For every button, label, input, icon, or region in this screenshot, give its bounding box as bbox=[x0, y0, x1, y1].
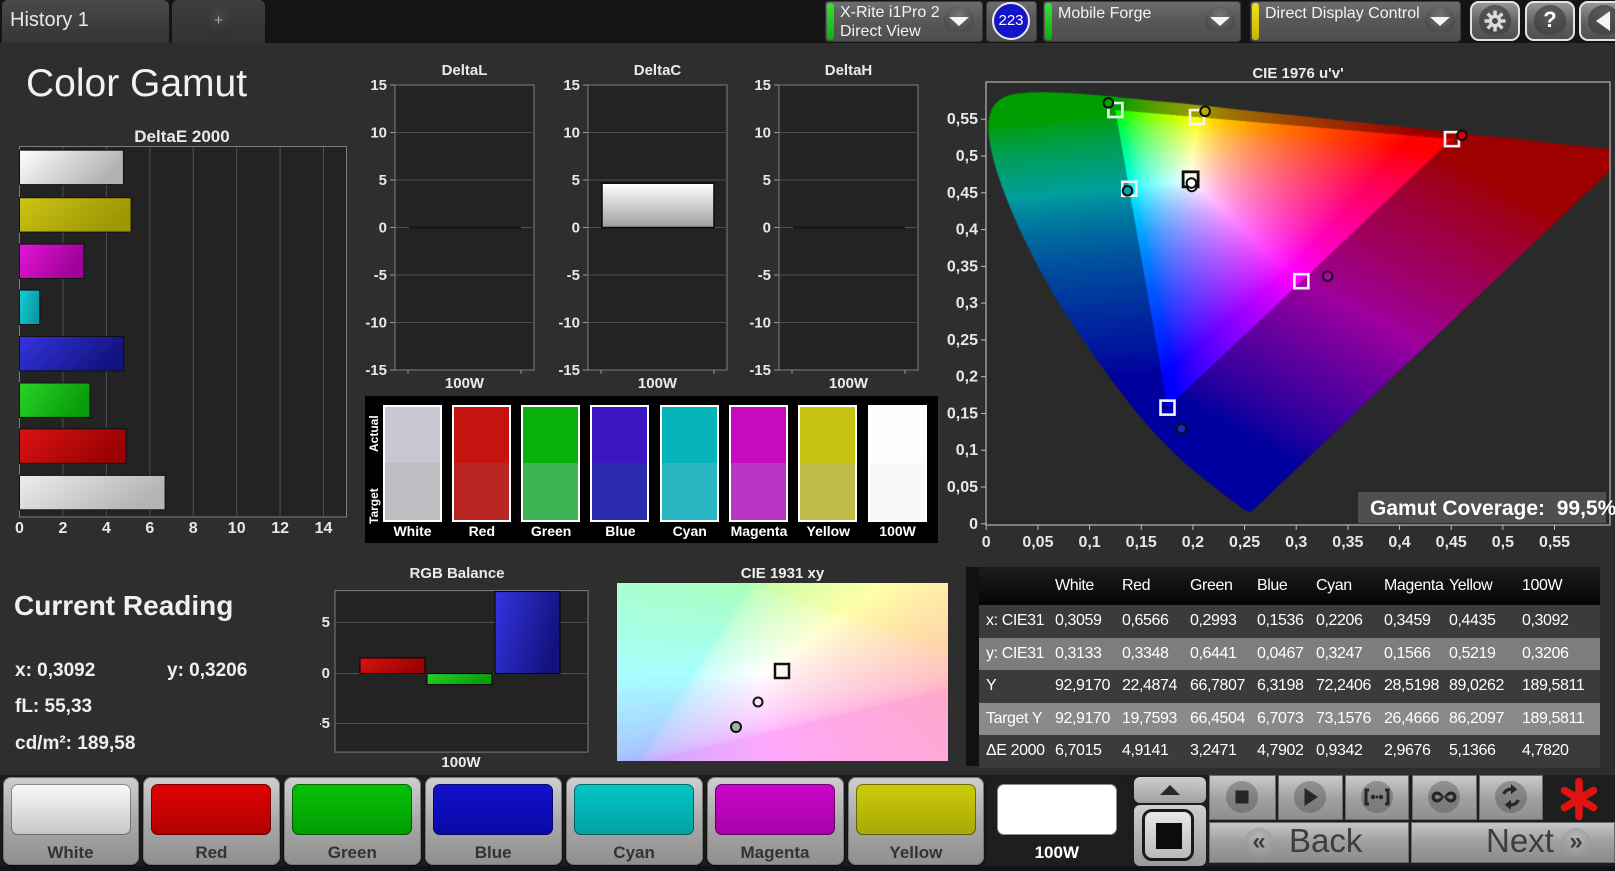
svg-text:15: 15 bbox=[754, 77, 771, 94]
svg-text:10: 10 bbox=[563, 125, 580, 142]
svg-text:-15: -15 bbox=[749, 362, 771, 379]
svg-text:5: 5 bbox=[379, 172, 387, 189]
svg-text:100W: 100W bbox=[829, 375, 869, 392]
svg-text:-5: -5 bbox=[374, 267, 387, 284]
svg-text:0,55: 0,55 bbox=[1539, 534, 1570, 551]
svg-text:0,35: 0,35 bbox=[1332, 534, 1363, 551]
svg-text:0,25: 0,25 bbox=[1229, 534, 1260, 551]
svg-text:DeltaE 2000: DeltaE 2000 bbox=[134, 127, 229, 146]
svg-text:100W: 100W bbox=[638, 375, 678, 392]
svg-text:0,5: 0,5 bbox=[1492, 534, 1514, 551]
svg-text:0,05: 0,05 bbox=[1022, 534, 1053, 551]
svg-text:0,35: 0,35 bbox=[947, 258, 978, 275]
svg-text:0: 0 bbox=[322, 665, 330, 682]
svg-text:0,5: 0,5 bbox=[956, 148, 978, 165]
svg-text:0,05: 0,05 bbox=[947, 479, 978, 496]
svg-text:-5: -5 bbox=[320, 715, 330, 732]
svg-text:-15: -15 bbox=[558, 362, 580, 379]
svg-text:10: 10 bbox=[228, 520, 246, 537]
svg-text:8: 8 bbox=[189, 520, 198, 537]
svg-text:0,1: 0,1 bbox=[956, 442, 978, 459]
svg-text:-10: -10 bbox=[558, 315, 580, 332]
svg-text:10: 10 bbox=[754, 125, 771, 142]
svg-text:5: 5 bbox=[763, 172, 771, 189]
svg-text:DeltaL: DeltaL bbox=[442, 62, 488, 79]
svg-text:RGB Balance: RGB Balance bbox=[409, 565, 504, 582]
svg-text:0,45: 0,45 bbox=[1436, 534, 1467, 551]
svg-text:0,3: 0,3 bbox=[956, 295, 978, 312]
svg-text:0,2: 0,2 bbox=[956, 369, 978, 386]
svg-text:0: 0 bbox=[969, 516, 978, 533]
svg-text:2: 2 bbox=[58, 520, 67, 537]
svg-text:0: 0 bbox=[763, 220, 771, 237]
svg-text:-10: -10 bbox=[365, 315, 387, 332]
svg-text:100W: 100W bbox=[445, 375, 485, 392]
svg-text:0,4: 0,4 bbox=[956, 222, 978, 239]
svg-text:0: 0 bbox=[15, 520, 24, 537]
svg-text:12: 12 bbox=[271, 520, 289, 537]
svg-text:-5: -5 bbox=[567, 267, 580, 284]
svg-text:6: 6 bbox=[145, 520, 154, 537]
svg-text:15: 15 bbox=[370, 77, 387, 94]
svg-text:Gamut Coverage: 99,5%: Gamut Coverage: 99,5% bbox=[1370, 497, 1615, 520]
svg-text:15: 15 bbox=[563, 77, 580, 94]
svg-text:0,55: 0,55 bbox=[947, 111, 978, 128]
svg-text:-5: -5 bbox=[758, 267, 771, 284]
svg-text:10: 10 bbox=[370, 125, 387, 142]
svg-text:0: 0 bbox=[572, 220, 580, 237]
svg-text:4: 4 bbox=[102, 520, 111, 537]
svg-text:14: 14 bbox=[315, 520, 333, 537]
svg-text:DeltaC: DeltaC bbox=[634, 62, 682, 79]
svg-text:0,4: 0,4 bbox=[1388, 534, 1410, 551]
svg-text:100W: 100W bbox=[441, 754, 481, 771]
svg-text:5: 5 bbox=[572, 172, 580, 189]
svg-text:-15: -15 bbox=[365, 362, 387, 379]
svg-text:-10: -10 bbox=[749, 315, 771, 332]
svg-text:0,15: 0,15 bbox=[1126, 534, 1157, 551]
svg-text:0,45: 0,45 bbox=[947, 185, 978, 202]
svg-text:0,25: 0,25 bbox=[947, 332, 978, 349]
svg-text:5: 5 bbox=[322, 614, 330, 631]
svg-text:CIE 1976 u'v': CIE 1976 u'v' bbox=[1252, 65, 1343, 82]
svg-text:0,2: 0,2 bbox=[1182, 534, 1204, 551]
svg-text:0,1: 0,1 bbox=[1078, 534, 1100, 551]
svg-text:0: 0 bbox=[982, 534, 991, 551]
svg-text:0,3: 0,3 bbox=[1285, 534, 1307, 551]
svg-text:0,15: 0,15 bbox=[947, 405, 978, 422]
svg-text:0: 0 bbox=[379, 220, 387, 237]
svg-text:DeltaH: DeltaH bbox=[825, 62, 873, 79]
